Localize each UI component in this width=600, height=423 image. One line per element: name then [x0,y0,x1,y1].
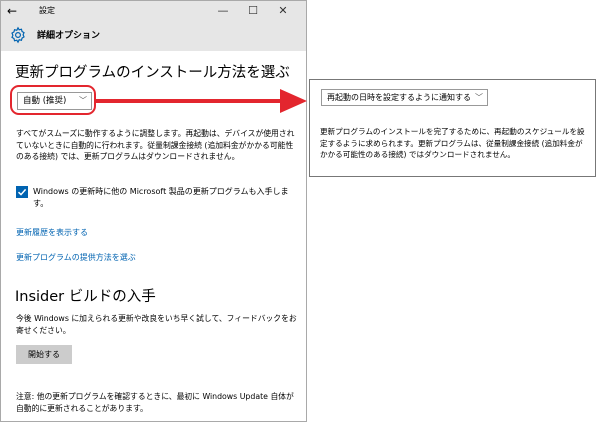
other-products-label: Windows の更新時に他の Microsoft 製品の更新プログラムも入手し… [33,187,289,208]
update-note: 注意: 他の更新プログラムを確認するときに、最初に Windows Update… [16,392,294,413]
callout-arrow-icon [96,89,307,113]
minimize-button[interactable]: — [208,1,238,21]
page-header: 詳細オプション [1,21,306,51]
title-bar: ← 設定 — ☐ ✕ [1,1,306,21]
gear-icon [11,26,25,44]
insider-description: 今後 Windows に加えられる更新や改良をいち早く試して、フィードバックをお… [16,314,297,335]
notify-restart-dropdown[interactable]: 再起動の日時を設定するように通知する ﹀ [321,89,488,106]
insider-heading: Insider ビルドの入手 [15,289,156,305]
update-method-description: すべてがスムーズに動作するように調整します。再起動は、デバイスが使用されていない… [16,129,295,161]
chevron-down-icon: ﹀ [475,93,483,102]
close-button[interactable]: ✕ [268,1,298,21]
window-title: 設定 [39,6,55,15]
popup-description: 更新プログラムのインストールを完了するために、再起動のスケジュールを設定するよう… [320,127,585,159]
update-options-popup: 再起動の日時を設定するように通知する ﹀ 更新プログラムのインストールを完了する… [309,79,596,177]
other-products-checkbox[interactable] [16,186,28,198]
highlight-circle [10,85,96,115]
page-title: 詳細オプション [37,31,101,41]
view-update-history-link[interactable]: 更新履歴を表示する [16,227,88,239]
maximize-button[interactable]: ☐ [238,1,268,21]
choose-delivery-link[interactable]: 更新プログラムの提供方法を選ぶ [16,252,136,264]
get-started-button[interactable]: 開始する [16,345,72,364]
popup-dropdown-value: 再起動の日時を設定するように通知する [327,93,471,102]
settings-window: ← 設定 — ☐ ✕ 詳細オプション 更新プログラムのインストール方法を選ぶ 自… [0,0,307,422]
update-method-heading: 更新プログラムのインストール方法を選ぶ [15,65,290,81]
back-arrow-icon[interactable]: ← [7,3,17,19]
checkmark-icon [17,188,27,196]
